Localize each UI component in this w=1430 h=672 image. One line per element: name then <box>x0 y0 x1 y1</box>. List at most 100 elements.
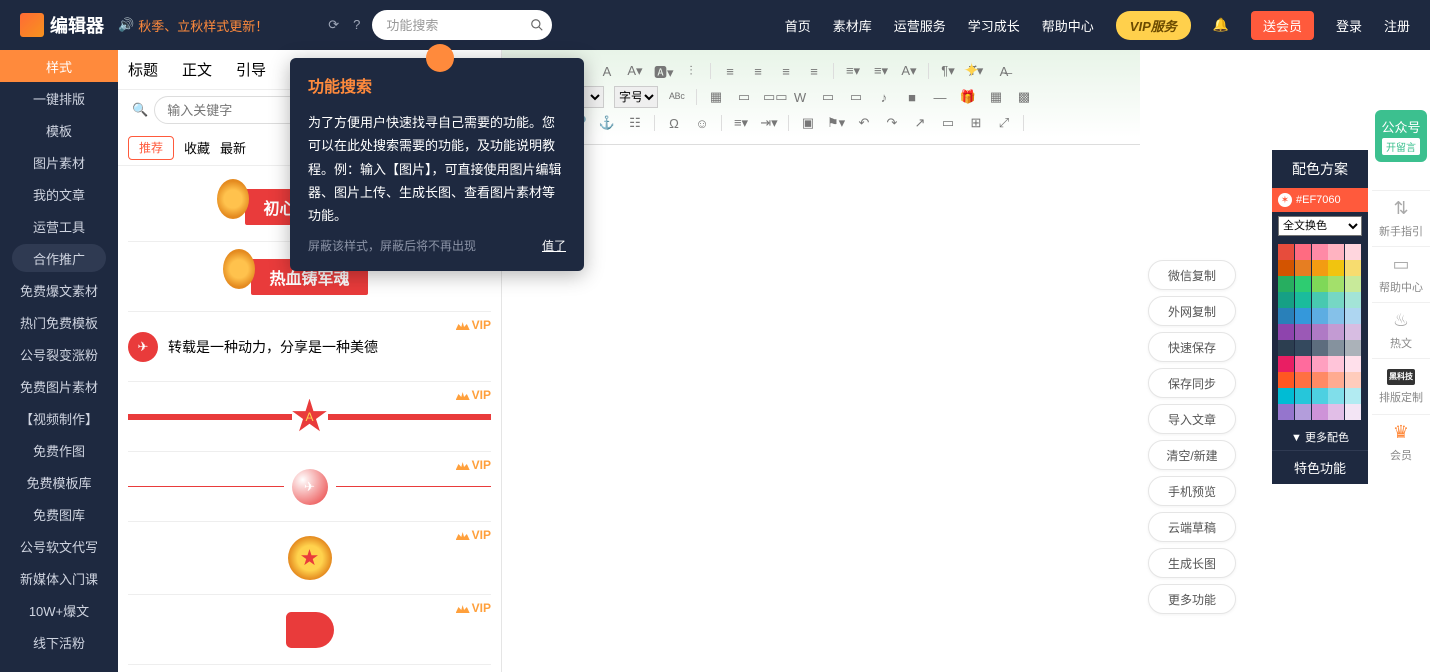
color-swatch[interactable] <box>1328 260 1344 276</box>
logo[interactable]: 编辑器 <box>20 12 104 38</box>
color-swatch[interactable] <box>1278 308 1294 324</box>
color-swatch[interactable] <box>1312 260 1328 276</box>
case-icon[interactable]: ᴬᴮᶜ <box>668 90 686 105</box>
recolor-mode-select[interactable]: 全文换色 <box>1278 216 1362 236</box>
color-swatch[interactable] <box>1345 292 1361 308</box>
action-wechat-copy[interactable]: 微信复制 <box>1148 260 1236 290</box>
rail-help[interactable]: ▭帮助中心 <box>1372 246 1430 302</box>
color-swatch[interactable] <box>1345 324 1361 340</box>
redo-icon[interactable]: ↷ <box>883 115 901 131</box>
omega-icon[interactable]: Ω <box>665 116 683 131</box>
music-icon[interactable]: ♪ <box>875 90 893 105</box>
grid-icon[interactable]: ⊞ <box>967 115 985 131</box>
color-swatch[interactable] <box>1328 308 1344 324</box>
color-swatch[interactable] <box>1328 372 1344 388</box>
lineheight-icon[interactable]: A▾ <box>900 63 918 79</box>
sidebar-item-video[interactable]: 【视频制作】 <box>0 402 118 434</box>
image-icon[interactable]: ▭ <box>735 89 753 105</box>
vip-button[interactable]: VIP服务 <box>1116 11 1191 40</box>
action-cloud[interactable]: 云端草稿 <box>1148 512 1236 542</box>
color-swatch[interactable] <box>1278 404 1294 420</box>
rail-member[interactable]: ♛会员 <box>1372 414 1430 470</box>
thumb-icon[interactable]: ▭ <box>847 89 865 105</box>
color-swatch[interactable] <box>1295 308 1311 324</box>
color-swatch[interactable] <box>1328 404 1344 420</box>
sidebar-item-hottpl[interactable]: 热门免费模板 <box>0 306 118 338</box>
color-swatch[interactable] <box>1278 276 1294 292</box>
color-swatch[interactable] <box>1312 324 1328 340</box>
rail-custom[interactable]: 黑科技排版定制 <box>1372 358 1430 414</box>
align-center-icon[interactable]: ≡ <box>749 64 767 79</box>
color-swatch[interactable] <box>1312 372 1328 388</box>
color-swatch[interactable] <box>1295 260 1311 276</box>
color-swatch[interactable] <box>1312 404 1328 420</box>
login-link[interactable]: 登录 <box>1336 16 1362 35</box>
color-swatch[interactable] <box>1312 340 1328 356</box>
color-swatch[interactable] <box>1295 356 1311 372</box>
anchor-icon[interactable]: ⚓ <box>598 115 616 131</box>
sidebar-item-freedesign[interactable]: 免费作图 <box>0 434 118 466</box>
sidebar-item-offline[interactable]: 线下活粉 <box>0 626 118 658</box>
sidebar-item-ghostwrite[interactable]: 公号软文代写 <box>0 530 118 562</box>
table-icon[interactable]: ▦ <box>707 89 725 105</box>
tab-body[interactable]: 正文 <box>182 59 212 80</box>
color-swatch[interactable] <box>1345 340 1361 356</box>
style-card[interactable]: VIP ✈ <box>128 452 491 522</box>
color-swatch[interactable] <box>1278 324 1294 340</box>
color-swatch[interactable] <box>1328 244 1344 260</box>
indent-icon[interactable]: ⇥▾ <box>760 115 778 131</box>
color-swatch[interactable] <box>1345 260 1361 276</box>
send-member-button[interactable]: 送会员 <box>1251 11 1314 40</box>
gear-icon[interactable]: ✶ <box>1278 193 1292 207</box>
color-swatch[interactable] <box>1295 244 1311 260</box>
color-swatch[interactable] <box>1278 388 1294 404</box>
sidebar-item-course[interactable]: 新媒体入门课 <box>0 562 118 594</box>
action-more[interactable]: 更多功能 <box>1148 584 1236 614</box>
color-swatch[interactable] <box>1345 276 1361 292</box>
refresh-icon[interactable]: ⟳ <box>328 17 339 33</box>
color-swatch[interactable] <box>1278 372 1294 388</box>
ul-icon[interactable]: ≡▾ <box>872 63 890 79</box>
undo-icon[interactable]: ↶ <box>855 115 873 131</box>
nav-help[interactable]: 帮助中心 <box>1042 16 1094 35</box>
color-swatch[interactable] <box>1295 276 1311 292</box>
tooltip-dismiss-button[interactable]: 值了 <box>542 236 566 258</box>
color-swatch[interactable] <box>1312 292 1328 308</box>
fullscreen-icon[interactable]: ⤢ <box>995 115 1013 131</box>
sidebar-item-hotarticle[interactable]: 免费爆文素材 <box>0 274 118 306</box>
qr-icon[interactable]: ▩ <box>1015 89 1033 105</box>
color-swatch[interactable] <box>1312 244 1328 260</box>
rail-guide[interactable]: ⇅新手指引 <box>1372 190 1430 246</box>
eraser-icon[interactable]: A̶ <box>995 64 1013 79</box>
sidebar-item-10w[interactable]: 10W+爆文 <box>0 594 118 626</box>
external-icon[interactable]: ↗ <box>911 115 929 131</box>
color-swatch[interactable] <box>1295 292 1311 308</box>
layers-icon[interactable]: ☷ <box>626 115 644 131</box>
list-icon[interactable]: ≡▾ <box>732 115 750 131</box>
gift-icon[interactable]: 🎁 <box>959 89 977 105</box>
ol-icon[interactable]: ≡▾ <box>844 63 862 79</box>
color-swatch[interactable] <box>1328 292 1344 308</box>
video-icon[interactable]: ■ <box>903 90 921 105</box>
color-swatch[interactable] <box>1345 356 1361 372</box>
nav-material[interactable]: 素材库 <box>833 16 872 35</box>
chip-recommended[interactable]: 推荐 <box>128 136 174 160</box>
style-card[interactable]: VIP ✈转载是一种动力，分享是一种美德 <box>128 312 491 382</box>
style-card[interactable]: VIP <box>128 595 491 665</box>
format-icon[interactable]: ¶▾ <box>939 63 957 79</box>
color-swatch[interactable] <box>1345 404 1361 420</box>
help-icon[interactable]: ? <box>353 17 360 33</box>
current-color-display[interactable]: ✶ #EF7060 <box>1272 188 1368 212</box>
color-swatch[interactable] <box>1328 324 1344 340</box>
action-sync[interactable]: 保存同步 <box>1148 368 1236 398</box>
style-card[interactable]: VIP <box>128 522 491 595</box>
nav-service[interactable]: 运营服务 <box>894 16 946 35</box>
sidebar-item-style[interactable]: 样式 <box>0 50 118 82</box>
sidebar-item-coop[interactable]: 合作推广 <box>12 244 106 272</box>
color-swatch[interactable] <box>1345 388 1361 404</box>
font-icon[interactable]: A <box>598 64 616 79</box>
color-swatch[interactable] <box>1295 340 1311 356</box>
hr-icon[interactable]: — <box>931 90 949 105</box>
bell-icon[interactable]: 🔔 <box>1213 17 1229 33</box>
bgcolor-icon[interactable]: 🅰▾ <box>654 62 672 81</box>
